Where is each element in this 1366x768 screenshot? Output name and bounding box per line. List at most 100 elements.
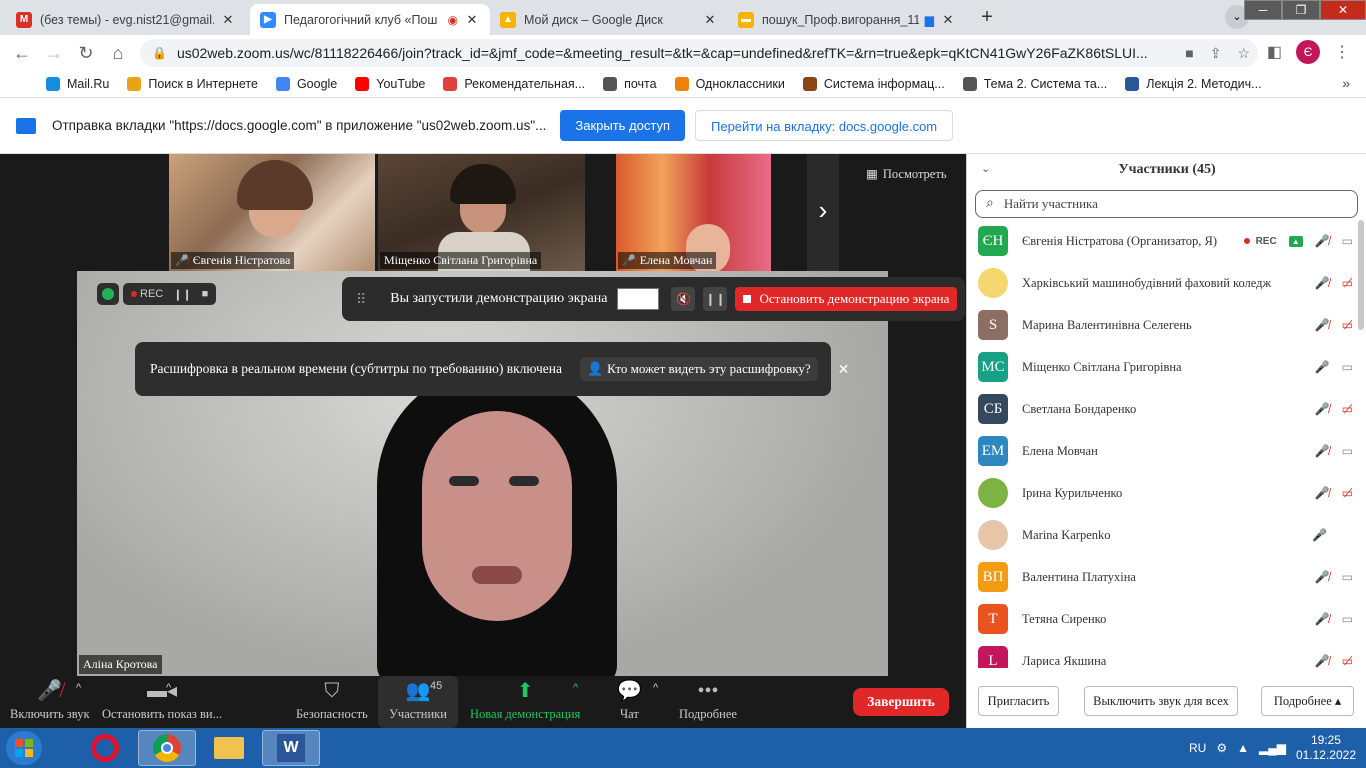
bookmark-star-icon[interactable]: ☆: [1237, 45, 1250, 62]
mute-share-audio-icon[interactable]: 🔇: [671, 287, 696, 311]
camera-off-icon[interactable]: ▭̸: [1342, 486, 1353, 500]
camera-on-icon[interactable]: ▭: [1342, 234, 1353, 248]
mic-off-icon[interactable]: 🎤̸: [1315, 654, 1330, 668]
close-banner-icon[interactable]: ✕: [838, 361, 850, 378]
home-icon[interactable]: ⌂: [102, 43, 134, 64]
browser-tab[interactable]: ▲ Мой диск – Google Диск ✕: [490, 4, 728, 35]
more-button[interactable]: ••• Подробнее: [679, 676, 737, 728]
browser-tab[interactable]: ▬ пошук_Проф.вигорання_11 ▆ ✕: [728, 4, 966, 35]
panel-scrollbar[interactable]: [1358, 220, 1364, 330]
restore-button[interactable]: ❐: [1282, 0, 1320, 20]
clock[interactable]: 19:25 01.12.2022: [1296, 733, 1356, 763]
explorer-app[interactable]: [200, 730, 258, 766]
stop-recording-icon[interactable]: ■: [202, 288, 209, 300]
signal-icon[interactable]: ▂▄▆: [1259, 741, 1286, 755]
video-thumbnail[interactable]: 🎤̸ Елена Мовчан: [616, 154, 771, 271]
camera-on-icon[interactable]: ▭: [1342, 444, 1353, 458]
video-thumbnail[interactable]: Міщенко Світлана Григорівна: [378, 154, 585, 271]
participant-row[interactable]: МС Міщенко Світлана Григорівна 🎤 ▭: [967, 346, 1359, 388]
view-button[interactable]: ▦ Посмотреть: [866, 166, 947, 182]
participant-row[interactable]: Ірина Курильченко 🎤̸ ▭̸: [967, 472, 1359, 514]
network-settings-icon[interactable]: ⚙: [1216, 741, 1227, 755]
share-icon[interactable]: ⇪: [1210, 45, 1222, 62]
stop-share-button[interactable]: Остановить демонстрацию экрана: [735, 287, 958, 311]
bookmark-item[interactable]: Google: [275, 77, 337, 91]
bookmark-item[interactable]: Поиск в Интернете: [127, 77, 258, 91]
forward-icon[interactable]: →: [38, 43, 70, 64]
participant-row[interactable]: ВП Валентина Платухіна 🎤̸ ▭: [967, 556, 1359, 598]
minimize-button[interactable]: ─: [1244, 0, 1282, 20]
language-indicator[interactable]: RU: [1189, 741, 1206, 755]
mic-on-icon[interactable]: 🎤: [1312, 528, 1327, 542]
camera-off-icon[interactable]: ▭̸: [1342, 276, 1353, 290]
close-access-button[interactable]: Закрыть доступ: [560, 110, 685, 141]
participant-row[interactable]: ЄН Євгенія Ністратова (Организатор, Я) REC…: [967, 220, 1359, 262]
browser-menu-icon[interactable]: ⋮: [1334, 42, 1350, 62]
mic-off-icon[interactable]: 🎤̸: [1315, 612, 1330, 626]
next-page-arrow-icon[interactable]: ›: [807, 154, 839, 271]
word-app[interactable]: W: [262, 730, 320, 766]
video-thumbnail[interactable]: 🎤̸ Євгенія Ністратова: [169, 154, 375, 271]
chrome-app[interactable]: [138, 730, 196, 766]
mic-off-icon[interactable]: 🎤̸: [1315, 402, 1330, 416]
bookmark-item[interactable]: Лекція 2. Методич...: [1125, 77, 1262, 91]
camera-off-icon[interactable]: ▭̸: [1342, 318, 1353, 332]
mic-on-icon[interactable]: 🎤: [1315, 360, 1330, 374]
camera-on-icon[interactable]: ▭: [1342, 612, 1353, 626]
video-options-caret-icon[interactable]: ^: [166, 682, 171, 694]
start-button[interactable]: [6, 731, 42, 765]
participant-row[interactable]: ЕМ Елена Мовчан 🎤̸ ▭: [967, 430, 1359, 472]
bookmark-item[interactable]: почта: [603, 77, 657, 91]
camera-in-use-icon[interactable]: ■: [1185, 45, 1193, 62]
side-panel-icon[interactable]: ◧: [1267, 42, 1282, 62]
participant-row[interactable]: СБ Светлана Бондаренко 🎤̸ ▭̸: [967, 388, 1359, 430]
chat-button[interactable]: 💬 Чат: [617, 676, 642, 728]
mic-off-icon[interactable]: 🎤̸: [1315, 570, 1330, 584]
panel-more-button[interactable]: Подробнее ▴: [1261, 686, 1354, 716]
camera-on-icon[interactable]: ▭: [1342, 570, 1353, 584]
invite-button[interactable]: Пригласить: [978, 686, 1059, 716]
security-button[interactable]: ⛉ Безопасность: [296, 676, 368, 728]
end-meeting-button[interactable]: Завершить: [853, 688, 949, 716]
participant-row[interactable]: T Тетяна Сиренко 🎤̸ ▭: [967, 598, 1359, 640]
participant-row[interactable]: S Марина Валентинівна Селегень 🎤̸ ▭̸: [967, 304, 1359, 346]
camera-off-icon[interactable]: ▭̸: [1342, 654, 1353, 668]
bookmark-item[interactable]: Система інформац...: [802, 77, 945, 91]
participant-search-input[interactable]: ⌕ Найти участника: [975, 190, 1358, 218]
close-tab-icon[interactable]: ✕: [702, 12, 718, 28]
participants-button[interactable]: 👥 Участники: [378, 676, 458, 728]
address-bar[interactable]: 🔒 us02web.zoom.us/wc/81118226466/join?tr…: [140, 39, 1258, 67]
pause-recording-icon[interactable]: ❙❙: [173, 288, 191, 301]
lock-icon[interactable]: 🔒: [152, 46, 167, 60]
mic-off-icon[interactable]: 🎤̸: [1315, 318, 1330, 332]
mic-off-icon[interactable]: 🎤̸: [1315, 234, 1330, 248]
audio-options-caret-icon[interactable]: ^: [76, 682, 81, 694]
share-options-caret-icon[interactable]: ^: [573, 682, 578, 694]
bookmark-item[interactable]: Mail.Ru: [46, 77, 109, 91]
stop-video-button[interactable]: ▬◂ Остановить показ ви...: [102, 676, 222, 728]
browser-tab[interactable]: M (без темы) - evg.nist21@gmail.cc ✕: [6, 4, 246, 35]
participant-row[interactable]: Marina Karpenko 🎤: [967, 514, 1359, 556]
profile-avatar[interactable]: Є: [1296, 40, 1320, 64]
new-tab-button[interactable]: +: [973, 6, 1001, 30]
close-tab-icon[interactable]: ✕: [940, 12, 956, 28]
drag-handle-icon[interactable]: ⠿: [356, 291, 366, 308]
close-window-button[interactable]: ✕: [1320, 0, 1366, 20]
bookmark-item[interactable]: Тема 2. Система та...: [962, 77, 1107, 91]
camera-off-icon[interactable]: ▭̸: [1342, 402, 1353, 416]
pause-share-icon[interactable]: ❙❙: [703, 287, 728, 311]
mic-off-icon[interactable]: 🎤̸: [1315, 486, 1330, 500]
camera-on-icon[interactable]: ▭: [1342, 360, 1353, 374]
mute-all-button[interactable]: Выключить звук для всех: [1084, 686, 1238, 716]
close-tab-icon[interactable]: ✕: [220, 12, 236, 28]
show-hidden-icons-icon[interactable]: ▲: [1237, 741, 1249, 755]
bookmark-item[interactable]: YouTube: [355, 77, 425, 91]
bookmark-item[interactable]: Одноклассники: [674, 77, 785, 91]
participant-row[interactable]: Харківський машинобудівний фаховий колед…: [967, 262, 1359, 304]
more-bookmarks-icon[interactable]: »: [1342, 75, 1350, 91]
browser-tab[interactable]: ▶ Педагогогічний клуб «Пош ◉ ✕: [250, 4, 490, 35]
go-to-tab-button[interactable]: Перейти на вкладку: docs.google.com: [695, 110, 954, 141]
encryption-shield-icon[interactable]: [97, 283, 119, 305]
opera-app[interactable]: [76, 730, 134, 766]
back-icon[interactable]: ←: [6, 43, 38, 64]
